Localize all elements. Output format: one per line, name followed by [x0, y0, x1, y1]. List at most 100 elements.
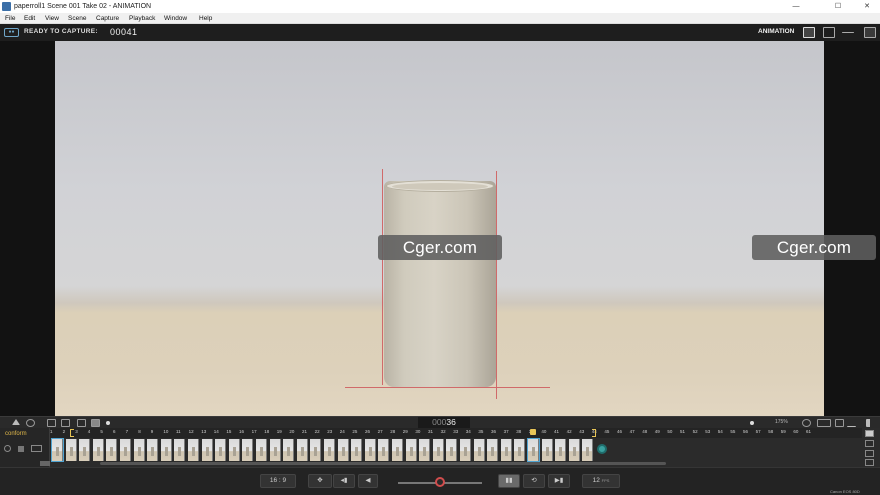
- fps-selector[interactable]: 12 FPS: [582, 474, 620, 488]
- live-frame-icon[interactable]: [597, 444, 607, 454]
- menu-window[interactable]: Window: [164, 13, 187, 24]
- minimize-button[interactable]: —: [785, 0, 807, 13]
- frame-thumbnail[interactable]: [188, 439, 199, 461]
- menu-edit[interactable]: Edit: [24, 13, 35, 24]
- frame-thumbnail[interactable]: [582, 439, 594, 461]
- opacity-slider-knob[interactable]: [435, 477, 445, 487]
- frame-thumbnail[interactable]: [201, 439, 213, 461]
- lock-icon[interactable]: [18, 446, 24, 452]
- close-button[interactable]: ✕: [856, 0, 878, 13]
- frame-thumbnail[interactable]: [364, 439, 376, 461]
- ruler-tick-label: 52: [692, 429, 698, 434]
- frame-thumbnail[interactable]: [568, 439, 580, 461]
- in-point-marker[interactable]: [70, 429, 74, 437]
- maximize-button[interactable]: ☐: [827, 0, 849, 13]
- frame-thumbnail[interactable]: [351, 439, 363, 461]
- frame-thumbnail[interactable]: [228, 439, 240, 461]
- frame-thumbnail[interactable]: [242, 439, 254, 461]
- camera-icon[interactable]: [31, 445, 42, 452]
- filmstrip-icon[interactable]: [91, 419, 100, 427]
- frame-thumbnail[interactable]: [487, 439, 499, 461]
- go-to-start-icon[interactable]: ◂▮: [333, 474, 355, 488]
- frame-thumbnail[interactable]: [269, 439, 281, 461]
- frame-thumbnail[interactable]: [283, 439, 295, 461]
- live-view[interactable]: [55, 41, 824, 416]
- grid-icon[interactable]: [47, 419, 56, 427]
- go-to-end-icon[interactable]: ▶▮: [548, 474, 570, 488]
- frame-thumbnail[interactable]: [378, 439, 390, 461]
- menu-capture[interactable]: Capture: [96, 13, 119, 24]
- menu-view[interactable]: View: [45, 13, 59, 24]
- frame-thumbnail[interactable]: [541, 439, 553, 461]
- timeline-toolbar: 00036 175%: [0, 416, 880, 428]
- frame-thumbnail[interactable]: [296, 439, 308, 461]
- frame-thumbnail[interactable]: [160, 439, 172, 461]
- menu-scene[interactable]: Scene: [68, 13, 86, 24]
- frame-thumbnail[interactable]: [51, 438, 64, 462]
- frame-thumbnail[interactable]: [79, 439, 91, 461]
- play-mode-icon[interactable]: ▮▮: [498, 474, 520, 488]
- collapse-icon[interactable]: [865, 450, 874, 457]
- frame-thumbnail[interactable]: [555, 439, 567, 461]
- frame-thumbnail[interactable]: [147, 439, 159, 461]
- ruler-tick-label: 45: [604, 429, 610, 434]
- frame-thumbnail[interactable]: [514, 439, 526, 461]
- frame-thumbnail[interactable]: [324, 439, 335, 461]
- frame-thumbnail[interactable]: [432, 439, 444, 461]
- playhead[interactable]: [530, 429, 536, 435]
- expand-icon[interactable]: [865, 440, 874, 447]
- overlay-icon[interactable]: [61, 419, 70, 427]
- menu-help[interactable]: Help: [199, 13, 212, 24]
- ruler-tick-label: 46: [617, 429, 623, 434]
- frame-thumbnail[interactable]: [446, 439, 458, 461]
- frame-thumbnail[interactable]: [419, 439, 431, 461]
- menu-file[interactable]: File: [5, 13, 15, 24]
- speaker-icon[interactable]: [866, 419, 875, 427]
- close-track-icon[interactable]: [865, 459, 874, 466]
- frame-thumbnail[interactable]: [337, 439, 349, 461]
- frame-thumbnail[interactable]: [500, 439, 512, 461]
- frame-view-icon[interactable]: [77, 419, 86, 427]
- zoom-slider-knob[interactable]: [750, 421, 754, 425]
- track-view-button[interactable]: [865, 430, 874, 437]
- layers-icon[interactable]: [864, 27, 876, 38]
- step-back-icon[interactable]: ◀: [358, 474, 378, 488]
- track-label: conform: [5, 431, 27, 437]
- frame-thumbnail[interactable]: [120, 439, 131, 461]
- loop-icon[interactable]: [26, 419, 35, 427]
- frame-thumbnail[interactable]: [174, 439, 186, 461]
- scrollbar-thumb[interactable]: [40, 461, 50, 466]
- move-icon[interactable]: ✥: [308, 474, 332, 488]
- frame-thumbnail[interactable]: [65, 439, 77, 461]
- window-title: paperroll1 Scene 001 Take 02 - ANIMATION: [14, 3, 152, 10]
- frame-thumbnail[interactable]: [310, 439, 322, 461]
- camera-mode-icon[interactable]: [823, 27, 835, 38]
- split-view-icon[interactable]: [842, 32, 854, 33]
- frame-thumbnail[interactable]: [460, 439, 471, 461]
- out-point-marker[interactable]: [592, 429, 596, 437]
- target-icon[interactable]: [802, 419, 811, 427]
- timeline-scrollbar[interactable]: [100, 462, 666, 465]
- frame-thumbnail[interactable]: [133, 439, 145, 461]
- frame-thumbnail[interactable]: [215, 439, 227, 461]
- record-icon[interactable]: [4, 445, 11, 452]
- frame-thumbnail[interactable]: [527, 438, 540, 462]
- frame-thumbnail[interactable]: [106, 439, 118, 461]
- frame-thumbnail[interactable]: [92, 439, 104, 461]
- timeline-zoom-knob[interactable]: [106, 421, 110, 425]
- frame-thumbnail[interactable]: [256, 439, 267, 461]
- frame-thumbnail[interactable]: [392, 439, 403, 461]
- guide-line-left: [382, 169, 383, 385]
- frame-ruler[interactable]: 1 2 3 4 5 6 7 8 9 10 11 12 13 14 15 16 17 18 19 20 21 22 23 24 2…: [50, 428, 862, 438]
- loop-playback-icon[interactable]: ⟲: [523, 474, 545, 488]
- fit-frames-icon[interactable]: [817, 419, 831, 427]
- animation-mode-icon[interactable]: [803, 27, 815, 38]
- frame-thumbnail[interactable]: [405, 439, 417, 461]
- onion-skin-icon[interactable]: [12, 419, 20, 425]
- aspect-ratio-button[interactable]: 16 : 9: [260, 474, 296, 488]
- back-arrow-icon[interactable]: [847, 419, 856, 427]
- ruler-tick-label: 55: [730, 429, 736, 434]
- list-view-icon[interactable]: [835, 419, 844, 427]
- menu-playback[interactable]: Playback: [129, 13, 155, 24]
- frame-thumbnail[interactable]: [473, 439, 485, 461]
